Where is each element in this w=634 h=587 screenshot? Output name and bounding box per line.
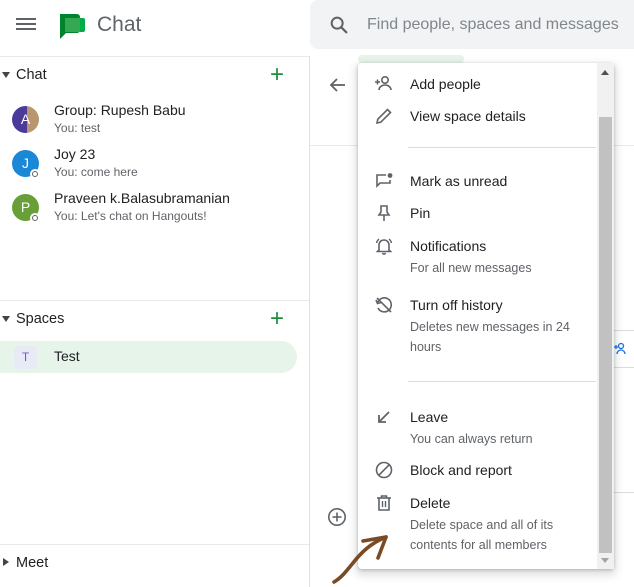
avatar-letter: P [20, 199, 31, 215]
dm-item-joy[interactable]: J Joy 23 You: come here [0, 144, 309, 188]
dm-preview: You: test [54, 121, 101, 135]
dm-item-praveen[interactable]: P Praveen k.Balasubramanian You: Let's c… [0, 188, 309, 232]
chat-section-header[interactable]: Chat + [0, 62, 309, 92]
app-title: Chat [97, 13, 142, 36]
leave-arrow-icon [378, 411, 390, 423]
menu-item-label: Mark as unread [410, 173, 508, 189]
space-avatar: T [14, 346, 37, 369]
plus-icon[interactable]: + [270, 307, 284, 331]
meet-section-label: Meet [16, 555, 49, 571]
presence-status-icon [30, 169, 40, 179]
search-icon [330, 16, 348, 34]
space-name: Test [54, 348, 80, 364]
back-arrow-icon[interactable] [328, 75, 348, 95]
dm-preview: You: come here [54, 165, 138, 179]
dm-item-group-rupesh[interactable]: A Group: Rupesh Babu You: test [0, 100, 309, 144]
trash-icon [377, 495, 391, 511]
pencil-icon [375, 108, 392, 125]
header-divider [0, 56, 310, 57]
content-divider [612, 330, 634, 331]
menu-item-description: You can always return [410, 432, 533, 446]
dm-name: Praveen k.Balasubramanian [54, 190, 230, 206]
bell-icon [375, 238, 393, 255]
section-divider [0, 300, 309, 301]
menu-item-label: Delete [410, 495, 451, 511]
add-person-icon[interactable] [613, 342, 627, 355]
menu-item-label: Notifications [410, 238, 487, 254]
avatar: A [12, 106, 39, 133]
hamburger-menu-icon[interactable] [14, 15, 38, 35]
block-icon [375, 461, 393, 479]
caret-down-icon[interactable] [2, 316, 10, 322]
space-item-test[interactable]: T Test [0, 341, 297, 373]
annotation-arrow-icon [332, 535, 388, 584]
pin-icon [377, 205, 391, 221]
menu-item-label: Pin [410, 205, 431, 221]
caret-down-icon[interactable] [2, 72, 10, 78]
menu-item-label: Leave [410, 409, 449, 425]
space-context-menu: Add people View space details Mark as un… [358, 63, 614, 569]
menu-item-label: View space details [410, 108, 526, 124]
content-divider [612, 367, 634, 368]
space-title-chip[interactable] [358, 55, 464, 63]
mark-unread-icon [376, 173, 393, 188]
menu-item-description: For all new messages [410, 261, 532, 275]
caret-right-icon[interactable] [3, 558, 9, 566]
scroll-up-arrow-icon[interactable] [601, 70, 609, 75]
presence-status-icon [30, 213, 40, 223]
google-chat-logo-icon [60, 14, 85, 39]
dm-name: Group: Rupesh Babu [54, 102, 186, 118]
scroll-down-arrow-icon[interactable] [601, 558, 609, 563]
plus-icon[interactable]: + [270, 63, 284, 87]
content-divider [612, 492, 634, 493]
chat-section-label: Chat [16, 67, 47, 83]
add-circle-icon[interactable] [327, 507, 347, 527]
search-bar[interactable]: Find people, spaces and messages [310, 0, 634, 49]
menu-item-label: Turn off history [410, 297, 503, 313]
spaces-section-label: Spaces [16, 311, 65, 327]
menu-item-description: Deletes new messages in 24 hours [410, 320, 570, 354]
avatar-letter: A [20, 111, 31, 127]
history-off-icon [375, 297, 393, 313]
add-person-icon [375, 75, 392, 91]
menu-item-label: Add people [410, 76, 481, 92]
spaces-section-header[interactable]: Spaces + [0, 306, 309, 336]
meet-section-header[interactable]: Meet [0, 550, 309, 580]
sidebar-divider [309, 56, 310, 587]
menu-item-label: Block and report [410, 462, 512, 478]
menu-divider [408, 381, 596, 382]
dm-preview: You: Let's chat on Hangouts! [54, 209, 207, 223]
search-input[interactable]: Find people, spaces and messages [367, 16, 619, 34]
section-divider [0, 544, 309, 545]
dm-name: Joy 23 [54, 146, 96, 162]
menu-divider [408, 147, 596, 148]
menu-item-description: Delete space and all of its contents for… [410, 518, 554, 552]
menu-scrollbar-thumb[interactable] [599, 117, 612, 553]
avatar-letter: J [22, 155, 29, 171]
